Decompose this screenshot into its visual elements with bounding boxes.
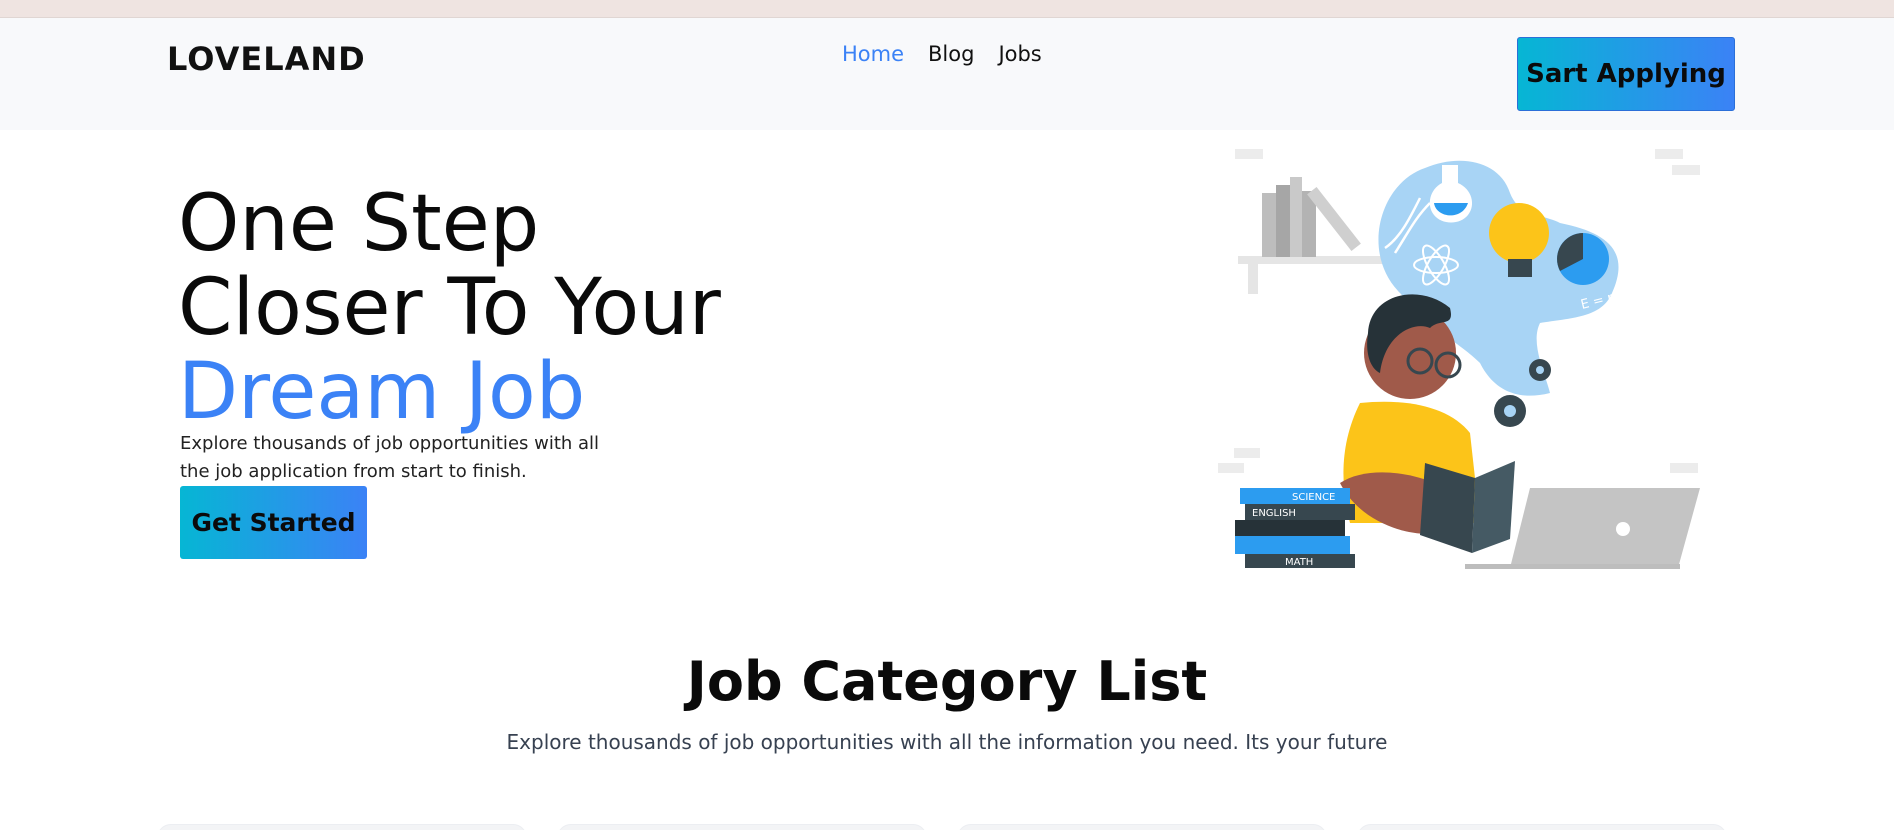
hero-title-line-1: One Step: [178, 179, 540, 269]
book-label-english: ENGLISH: [1252, 508, 1296, 519]
hero-description: Explore thousands of job opportunities w…: [180, 433, 600, 482]
category-card[interactable]: [157, 824, 527, 830]
category-card[interactable]: [557, 824, 927, 830]
category-card[interactable]: [1357, 824, 1727, 830]
hero-title-line-2: Closer To Your: [178, 263, 721, 353]
pie-chart-icon: [1557, 233, 1609, 285]
hero-illustration: E = mc² SCIENCE ENGLISH MATH: [1218, 149, 1700, 569]
navbar: LOVELAND Home Blog Jobs Sart Applying: [0, 18, 1894, 130]
book-label-science: SCIENCE: [1292, 492, 1335, 503]
category-cards: [157, 824, 1727, 830]
hero-title-accent: Dream Job: [178, 347, 586, 437]
nav-link-home[interactable]: Home: [842, 42, 904, 66]
hero-title: One Step Closer To Your Dream Job: [178, 182, 721, 434]
get-started-button[interactable]: Get Started: [180, 486, 367, 559]
start-applying-button[interactable]: Sart Applying: [1517, 37, 1735, 111]
main-nav: Home Blog Jobs: [842, 42, 1042, 66]
book-label-math: MATH: [1285, 557, 1313, 568]
shelf-icon: [1238, 177, 1388, 294]
site-logo[interactable]: LOVELAND: [167, 40, 366, 78]
book-stack-icon: SCIENCE ENGLISH MATH: [1235, 488, 1355, 568]
browser-top-strip: [0, 0, 1894, 18]
category-section-description: Explore thousands of job opportunities w…: [506, 730, 1388, 754]
category-section-title: Job Category List: [686, 650, 1208, 713]
nav-link-blog[interactable]: Blog: [928, 42, 974, 66]
nav-link-jobs[interactable]: Jobs: [998, 42, 1041, 66]
category-card[interactable]: [957, 824, 1327, 830]
